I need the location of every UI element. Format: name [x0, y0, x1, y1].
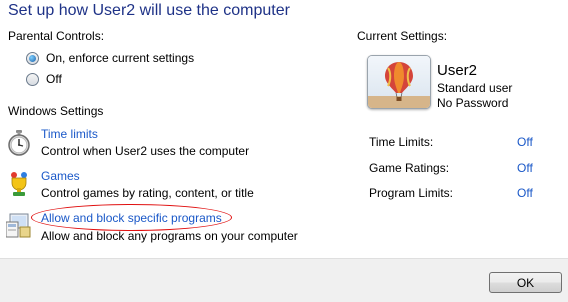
user-avatar [367, 55, 431, 109]
game-ratings-status-value: Off [517, 161, 533, 175]
radio-on-label: On, enforce current settings [46, 51, 195, 65]
highlight-ellipse [31, 204, 232, 231]
page-title: Set up how User2 will use the computer [8, 2, 290, 19]
ok-button[interactable]: OK [489, 272, 562, 293]
game-ratings-status-label: Game Ratings: [369, 161, 450, 175]
time-limits-status-value: Off [517, 135, 533, 149]
current-settings-label: Current Settings: [357, 29, 448, 43]
parental-controls-label: Parental Controls: [8, 29, 105, 43]
radio-off-button[interactable] [26, 72, 39, 86]
games-link[interactable]: Games [41, 169, 80, 183]
dialog-footer [0, 258, 568, 302]
game-ratings-status-row: Game Ratings: Off [369, 161, 533, 175]
radio-on-button[interactable] [26, 51, 39, 65]
program-limits-status-row: Program Limits: Off [369, 186, 533, 200]
games-description: Control games by rating, content, or tit… [41, 186, 254, 200]
user-password-status: No Password [437, 96, 509, 110]
time-limits-status-label: Time Limits: [369, 135, 434, 149]
radio-on-option[interactable]: On, enforce current settings [26, 51, 194, 65]
time-limits-status-row: Time Limits: Off [369, 135, 533, 149]
time-limits-link[interactable]: Time limits [41, 127, 98, 141]
radio-off-option[interactable]: Off [26, 72, 62, 86]
windows-settings-label: Windows Settings [8, 104, 104, 118]
radio-off-label: Off [46, 72, 62, 86]
games-trophy-icon [7, 171, 31, 197]
user-name: User2 [437, 62, 478, 79]
program-limits-status-label: Program Limits: [369, 186, 454, 200]
clock-icon [7, 130, 31, 156]
time-limits-description: Control when User2 uses the computer [41, 144, 250, 158]
program-limits-status-value: Off [517, 186, 533, 200]
allow-block-programs-description: Allow and block any programs on your com… [41, 229, 298, 243]
user-account-type: Standard user [437, 81, 513, 95]
programs-icon [5, 212, 32, 238]
